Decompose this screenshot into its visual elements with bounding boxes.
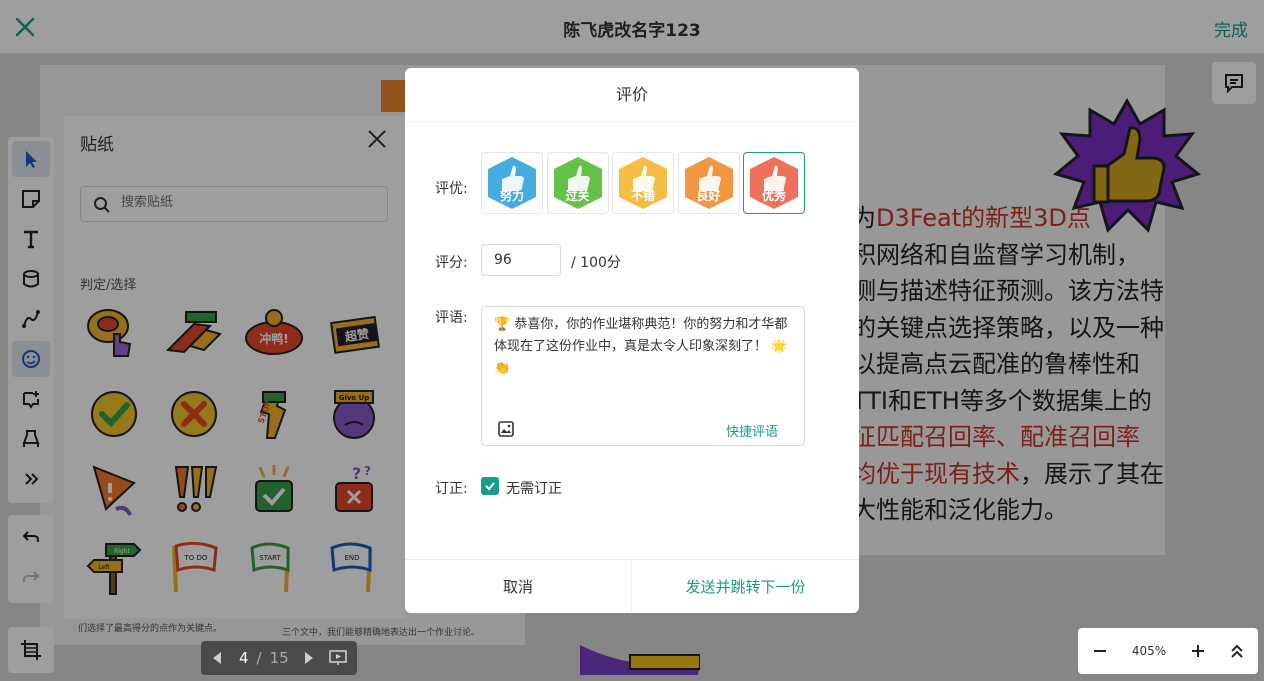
check-icon bbox=[485, 482, 495, 491]
comment-textarea[interactable]: 🏆 恭喜你，你的作业堪称典范！你的努力和才华都体现在了这份作业中，真是太令人印象… bbox=[481, 306, 805, 446]
grade-option-label: 不错 bbox=[630, 189, 655, 203]
no-correction-checkbox[interactable] bbox=[481, 477, 499, 495]
total-pages: 15 bbox=[269, 649, 289, 667]
evaluation-dialog: 评价 评优: 努力 过关 不错 良好 优秀 评分: / 100分 评语: 🏆 恭喜你，你… bbox=[405, 68, 859, 613]
next-page-icon[interactable] bbox=[303, 651, 315, 665]
thumbs-up-badge-icon: 优秀 bbox=[746, 155, 802, 211]
image-icon[interactable] bbox=[498, 421, 514, 437]
thumbs-up-badge-icon: 过关 bbox=[550, 155, 606, 211]
score-label: 评分: bbox=[435, 255, 468, 271]
dialog-footer: 取消 发送并跳转下一份 bbox=[405, 559, 859, 613]
grade-option[interactable]: 过关 bbox=[546, 152, 609, 214]
dialog-title: 评价 bbox=[405, 68, 859, 122]
grade-option[interactable]: 努力 bbox=[481, 152, 543, 214]
thumbs-up-badge-icon: 努力 bbox=[484, 155, 540, 211]
score-input[interactable] bbox=[481, 244, 561, 276]
grade-option[interactable]: 不错 bbox=[612, 152, 674, 214]
cancel-button[interactable]: 取消 bbox=[405, 560, 632, 613]
send-next-button[interactable]: 发送并跳转下一份 bbox=[632, 560, 859, 613]
comment-text: 🏆 恭喜你，你的作业堪称典范！你的努力和才华都体现在了这份作业中，真是太令人印象… bbox=[494, 317, 788, 376]
grade-option-label: 优秀 bbox=[761, 189, 786, 203]
correction-label: 订正: bbox=[435, 481, 468, 497]
prev-page-icon[interactable] bbox=[211, 651, 223, 665]
grade-options: 努力 过关 不错 良好 优秀 bbox=[481, 152, 809, 214]
quick-comment-link[interactable]: 快捷评语 bbox=[726, 421, 778, 440]
zoom-level: 405% bbox=[1131, 644, 1167, 658]
grade-option-label: 良好 bbox=[696, 189, 721, 203]
grade-option-label: 努力 bbox=[499, 189, 524, 203]
page-navigator: 4 / 15 bbox=[201, 641, 357, 675]
comment-label: 评语: bbox=[435, 310, 468, 326]
zoom-out-icon[interactable] bbox=[1092, 643, 1108, 659]
grade-option-label: 过关 bbox=[565, 189, 590, 203]
grade-option[interactable]: 优秀 bbox=[743, 152, 805, 214]
no-correction-label: 无需订正 bbox=[506, 481, 562, 497]
thumbs-up-badge-icon: 良好 bbox=[681, 155, 737, 211]
score-total: / 100分 bbox=[571, 255, 621, 271]
double-chevron-up-icon[interactable] bbox=[1230, 643, 1244, 659]
thumbs-up-badge-icon: 不错 bbox=[615, 155, 671, 211]
current-page: 4 bbox=[239, 649, 249, 667]
grade-label: 评优: bbox=[435, 181, 468, 197]
grade-option[interactable]: 良好 bbox=[677, 152, 740, 214]
page-separator: / bbox=[256, 649, 262, 667]
zoom-control: 405% bbox=[1078, 628, 1258, 674]
zoom-in-icon[interactable] bbox=[1190, 643, 1206, 659]
presentation-icon[interactable] bbox=[328, 649, 347, 667]
